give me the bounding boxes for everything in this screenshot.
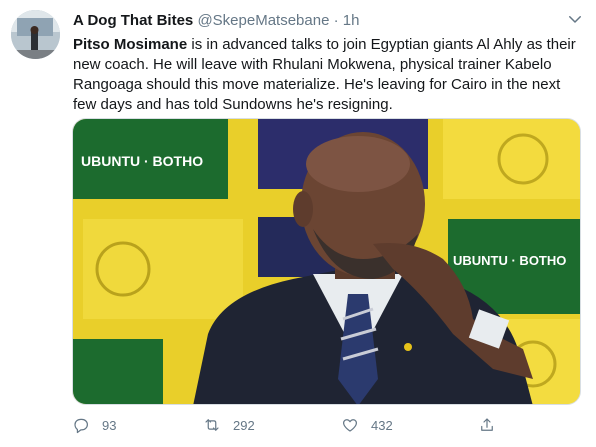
tweet-timestamp[interactable]: 1h: [343, 12, 360, 29]
separator: ·: [333, 12, 339, 29]
tweet-menu-button[interactable]: [566, 10, 584, 28]
tweet-header: A Dog That Bites @SkepeMatsebane · 1h: [73, 11, 359, 31]
comment-icon: [74, 418, 88, 434]
share-button[interactable]: [478, 414, 508, 436]
heart-icon: [343, 419, 357, 432]
photo-illustration: UBUNTU · BOTHO UBUNTU · BOTHO: [73, 119, 580, 404]
tweet-photo[interactable]: UBUNTU · BOTHO UBUNTU · BOTHO: [72, 118, 581, 405]
tweet-actions: 93 292 432: [72, 414, 512, 436]
banner-text-left: UBUNTU · BOTHO: [81, 153, 203, 169]
chevron-down-icon: [569, 16, 581, 23]
display-name[interactable]: A Dog That Bites: [73, 12, 193, 29]
avatar[interactable]: [11, 10, 60, 59]
like-count: 432: [371, 417, 393, 433]
retweet-count: 292: [233, 417, 255, 433]
avatar-image: [11, 10, 60, 59]
tweet-text: Pitso Mosimane is in advanced talks to j…: [73, 35, 583, 115]
retweet-icon: [205, 419, 219, 431]
retweet-button[interactable]: 292: [203, 414, 255, 436]
user-handle[interactable]: @SkepeMatsebane: [197, 12, 329, 29]
share-icon: [481, 418, 493, 431]
tweet-text-bold: Pitso Mosimane: [73, 36, 188, 53]
reply-count: 93: [102, 417, 117, 433]
like-button[interactable]: 432: [341, 414, 393, 436]
banner-text-right: UBUNTU · BOTHO: [453, 253, 566, 268]
reply-button[interactable]: 93: [72, 414, 116, 436]
